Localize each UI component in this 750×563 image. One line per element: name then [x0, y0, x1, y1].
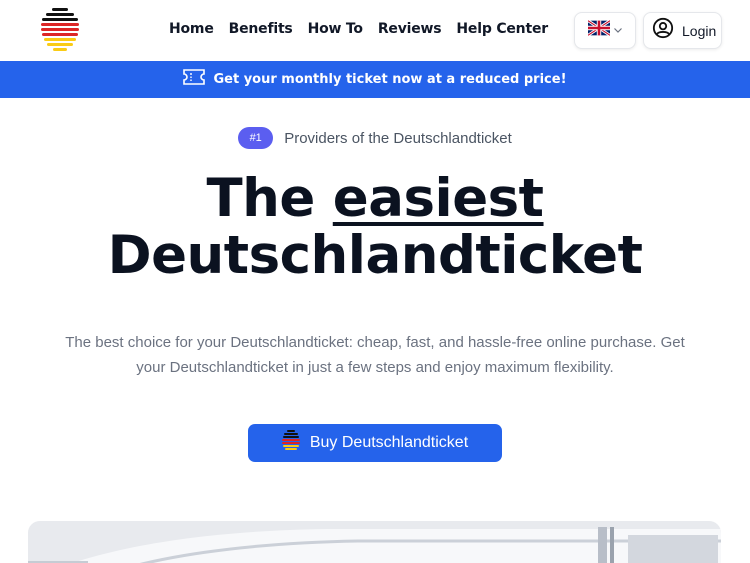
nav-help-center[interactable]: Help Center: [456, 21, 548, 37]
ticket-icon: [183, 69, 206, 90]
germany-flag-logo-icon[interactable]: [40, 8, 80, 52]
nav-home[interactable]: Home: [169, 21, 214, 37]
title-emphasis: easiest: [332, 168, 544, 229]
page-title: The easiest Deutschlandticket: [0, 170, 750, 284]
chevron-down-icon: [613, 22, 623, 40]
cta-label: Buy Deutschlandticket: [309, 434, 469, 451]
germany-flag-icon: [281, 429, 300, 457]
nav-reviews[interactable]: Reviews: [378, 21, 442, 37]
rank-row: #1 Providers of the Deutschlandticket: [0, 127, 750, 149]
language-selector[interactable]: [574, 12, 636, 49]
buy-ticket-button[interactable]: Buy Deutschlandticket: [248, 424, 502, 462]
main-nav: Home Benefits How To Reviews Help Center: [169, 21, 563, 37]
hero-description: The best choice for your Deutschlandtick…: [65, 334, 685, 376]
nav-benefits[interactable]: Benefits: [229, 21, 293, 37]
rank-badge: #1: [238, 127, 274, 149]
user-circle-icon: [652, 17, 674, 44]
title-line2: Deutschlandticket: [107, 225, 643, 286]
login-label: Login: [682, 22, 717, 39]
uk-flag-icon: [586, 19, 611, 41]
nav-how-to[interactable]: How To: [308, 21, 363, 37]
promo-banner[interactable]: Get your monthly ticket now at a reduced…: [0, 61, 750, 98]
banner-text: Get your monthly ticket now at a reduced…: [213, 72, 567, 87]
login-button[interactable]: Login: [643, 12, 722, 49]
train-image: [28, 521, 721, 563]
title-prefix: The: [206, 168, 333, 229]
rank-text: Providers of the Deutschlandticket: [284, 129, 512, 147]
site-header: Home Benefits How To Reviews Help Center: [0, 0, 750, 61]
